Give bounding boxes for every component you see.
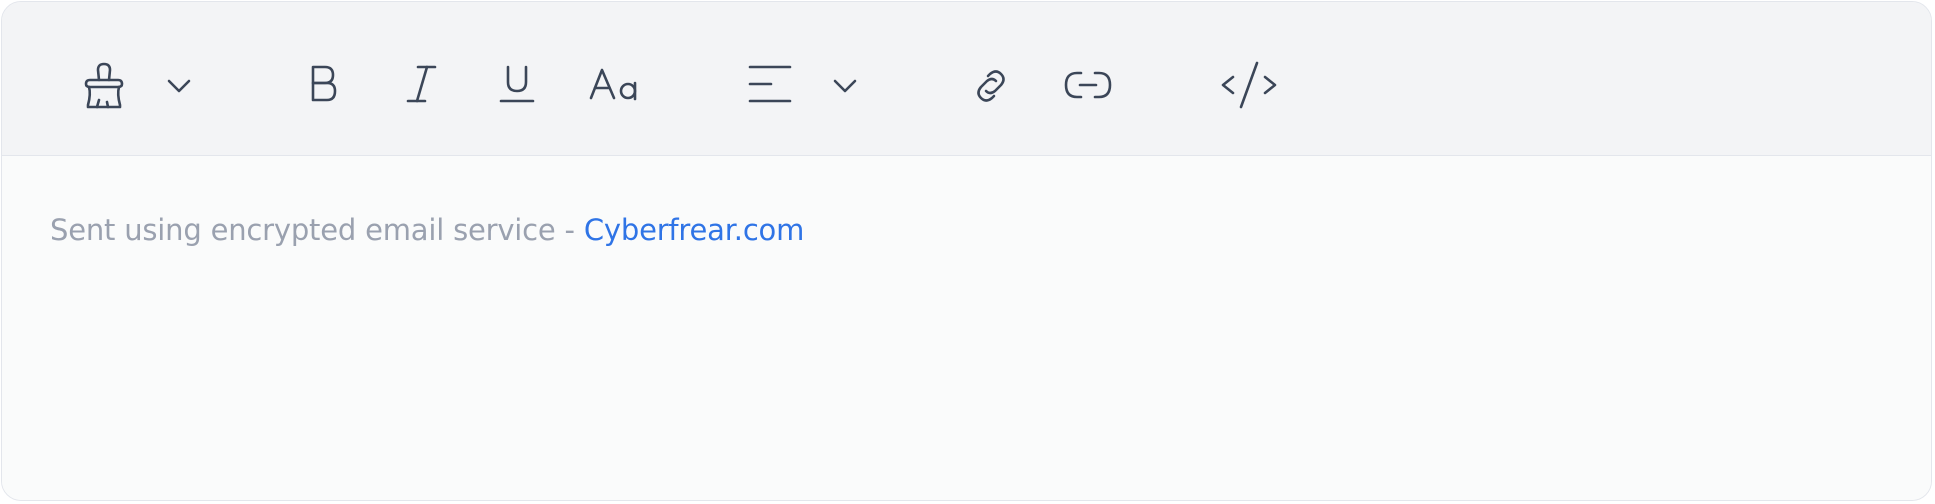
email-signature: Sent using encrypted email service - Cyb… <box>50 210 804 250</box>
rich-text-editor: Sent using encrypted email service - Cyb… <box>1 1 1932 501</box>
unlink-icon[interactable] <box>1062 68 1114 104</box>
font-size-icon[interactable] <box>587 66 641 104</box>
align-left-icon[interactable] <box>746 64 794 106</box>
underline-icon[interactable] <box>498 64 538 106</box>
chevron-down-icon[interactable] <box>832 76 858 96</box>
code-icon[interactable] <box>1218 60 1280 110</box>
paint-brush-icon[interactable] <box>80 60 128 112</box>
bold-icon[interactable] <box>307 64 341 106</box>
signature-link[interactable]: Cyberfrear.com <box>584 213 805 247</box>
editor-content-area[interactable]: Sent using encrypted email service - Cyb… <box>2 156 1931 500</box>
italic-icon[interactable] <box>404 64 440 106</box>
signature-text: Sent using encrypted email service - <box>50 213 584 247</box>
chevron-down-icon[interactable] <box>166 76 192 96</box>
formatting-toolbar <box>2 2 1931 156</box>
link-icon[interactable] <box>967 62 1015 110</box>
